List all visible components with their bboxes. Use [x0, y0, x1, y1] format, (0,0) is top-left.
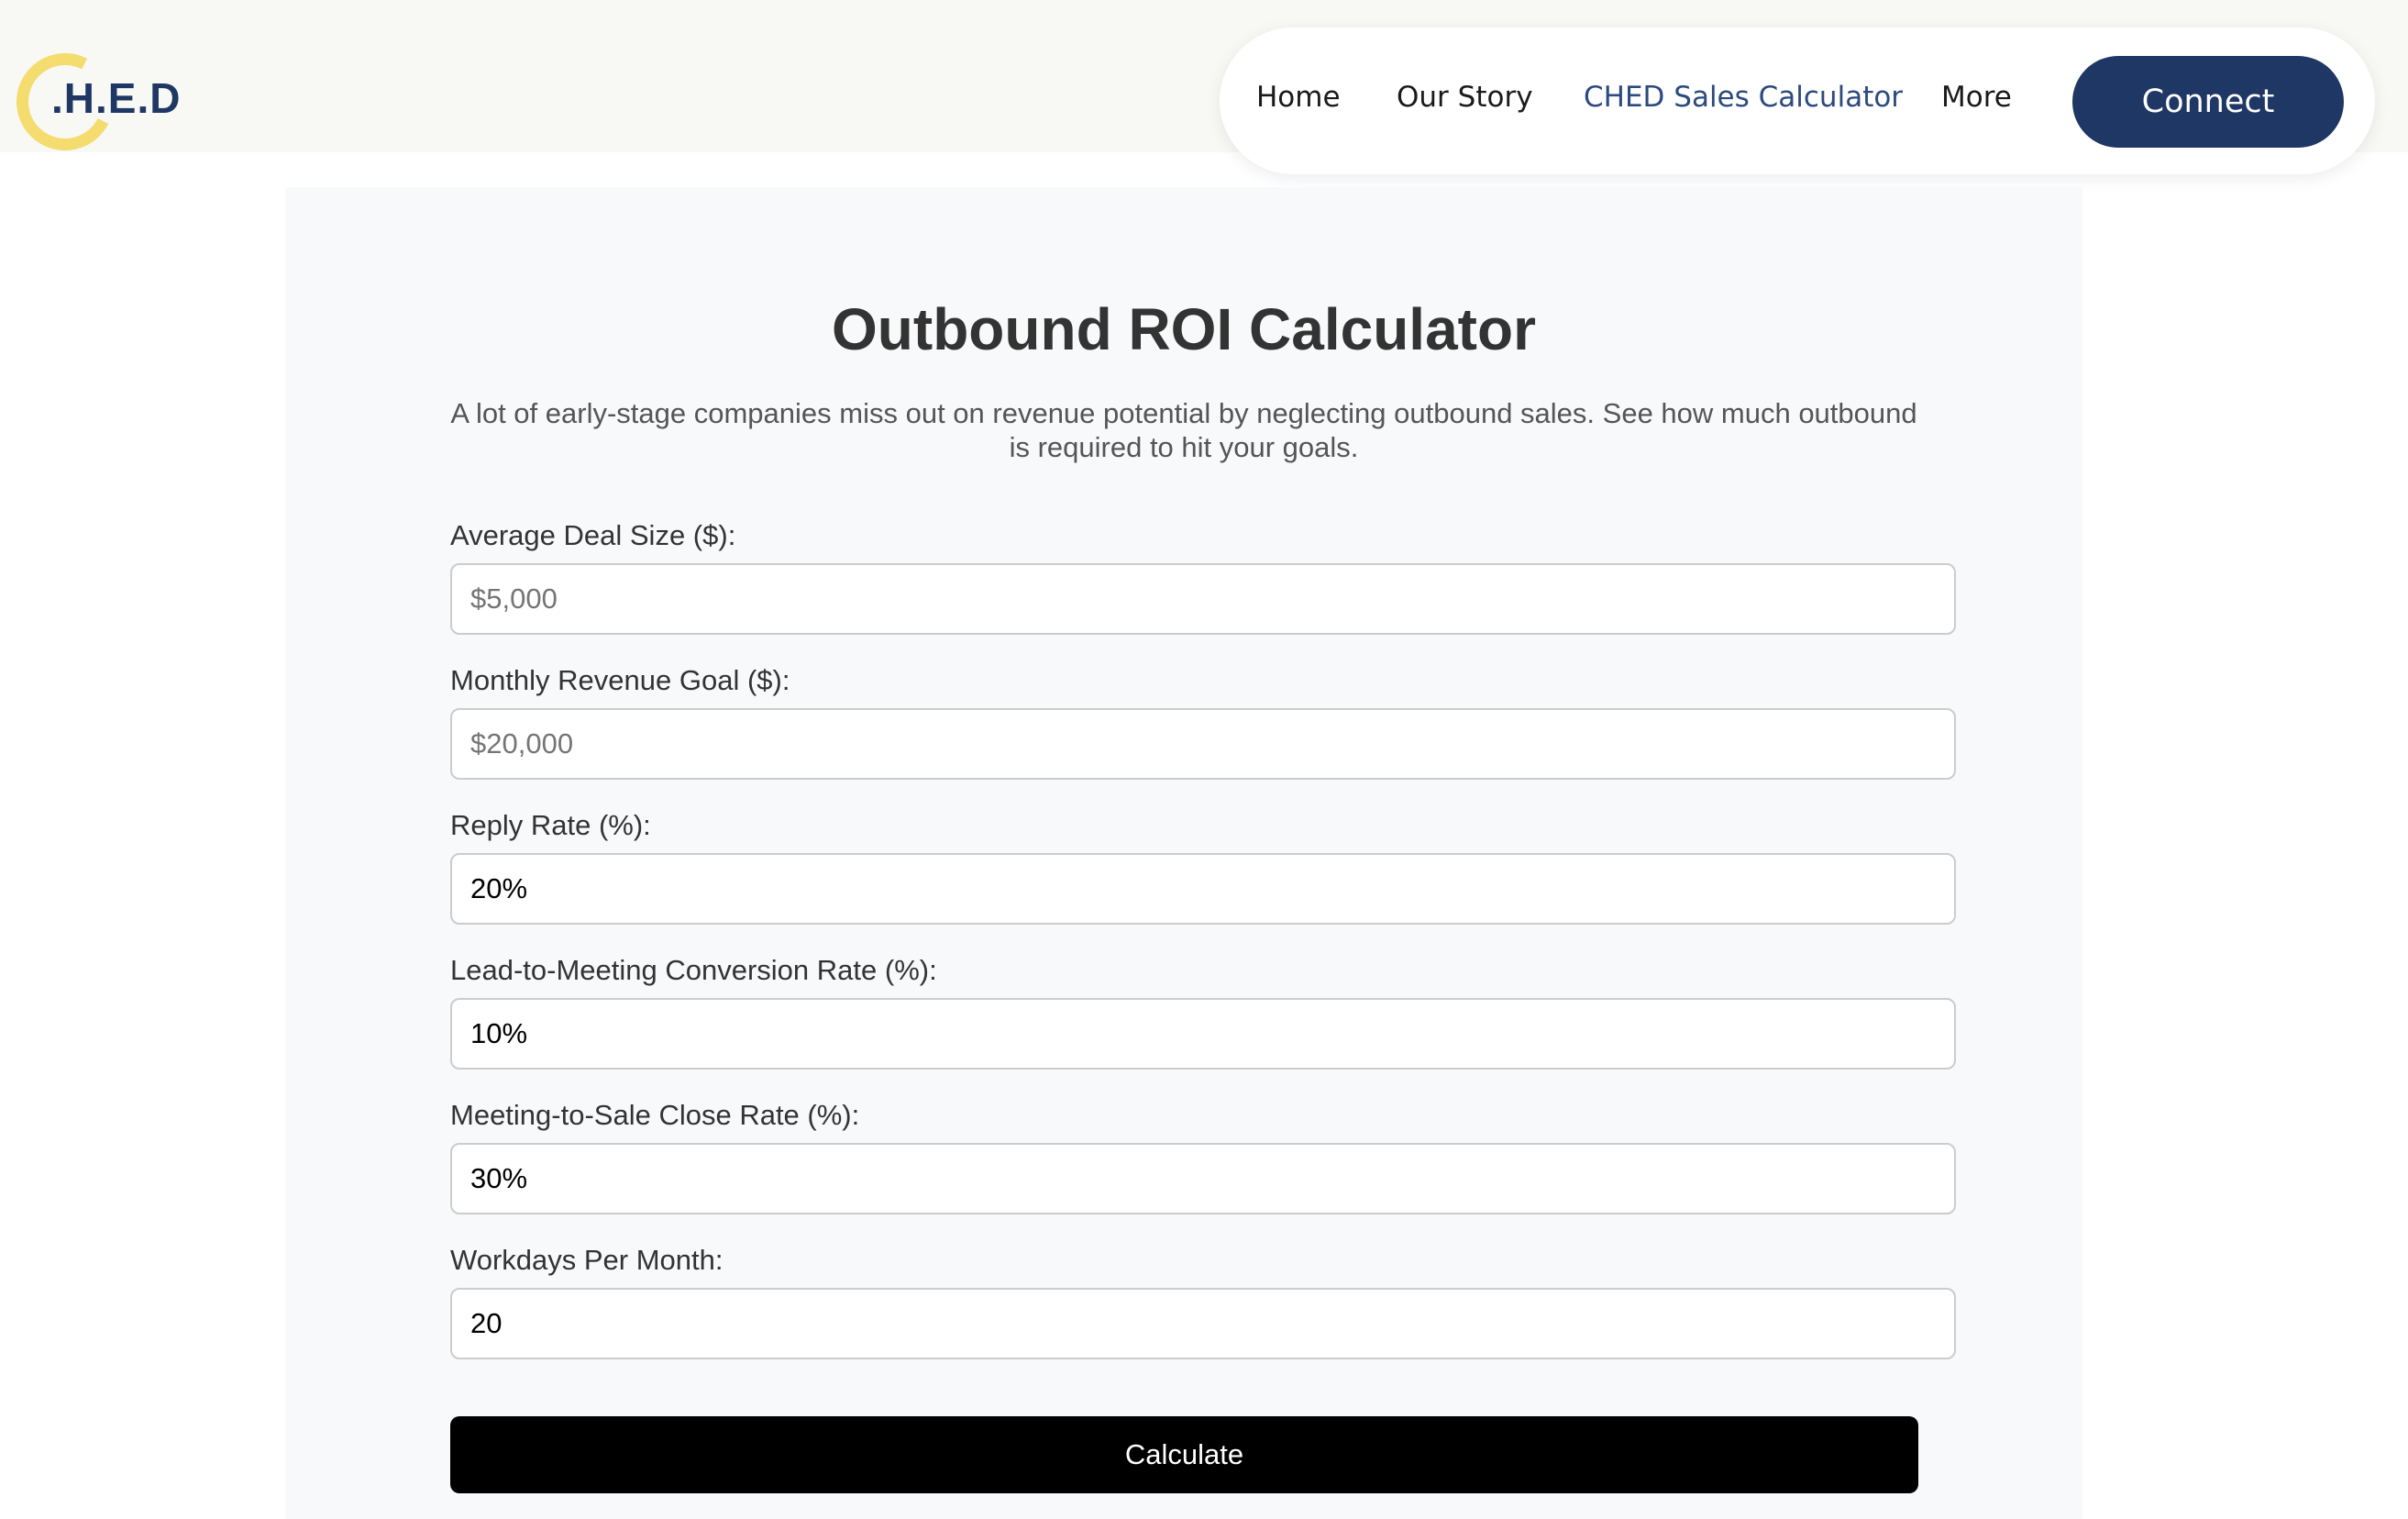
workdays-per-month-label: Workdays Per Month:	[450, 1244, 724, 1276]
reply-rate-label: Reply Rate (%):	[450, 809, 651, 841]
calculator-panel: Outbound ROI Calculator A lot of early-s…	[285, 187, 2082, 1519]
calculate-button[interactable]: Calculate	[450, 1416, 1918, 1493]
page-title: Outbound ROI Calculator	[832, 296, 1536, 362]
lead-to-meeting-rate-input[interactable]	[450, 998, 1956, 1070]
average-deal-size-input[interactable]	[450, 563, 1956, 635]
page-description: A lot of early-stage companies miss out …	[450, 397, 1917, 463]
main-nav: Home Our Story CHED Sales Calculator Mor…	[1220, 28, 2375, 174]
connect-button[interactable]: Connect	[2072, 56, 2344, 148]
lead-to-meeting-rate-label: Lead-to-Meeting Conversion Rate (%):	[450, 954, 937, 986]
meeting-to-sale-rate-label: Meeting-to-Sale Close Rate (%):	[450, 1099, 860, 1131]
meeting-to-sale-rate-input[interactable]	[450, 1143, 1956, 1214]
monthly-revenue-goal-input[interactable]	[450, 708, 1956, 780]
logo-text: .H.E.D	[51, 74, 182, 122]
ched-logo[interactable]: .H.E.D	[4, 40, 191, 163]
nav-item-home[interactable]: Home	[1256, 81, 1341, 114]
nav-item-more[interactable]: More	[1941, 81, 2012, 114]
workdays-per-month-input[interactable]	[450, 1288, 1956, 1359]
reply-rate-input[interactable]	[450, 853, 1956, 925]
nav-item-sales-calculator[interactable]: CHED Sales Calculator	[1584, 81, 1903, 114]
monthly-revenue-goal-label: Monthly Revenue Goal ($):	[450, 664, 790, 696]
average-deal-size-label: Average Deal Size ($):	[450, 519, 736, 551]
nav-item-our-story[interactable]: Our Story	[1397, 81, 1533, 114]
